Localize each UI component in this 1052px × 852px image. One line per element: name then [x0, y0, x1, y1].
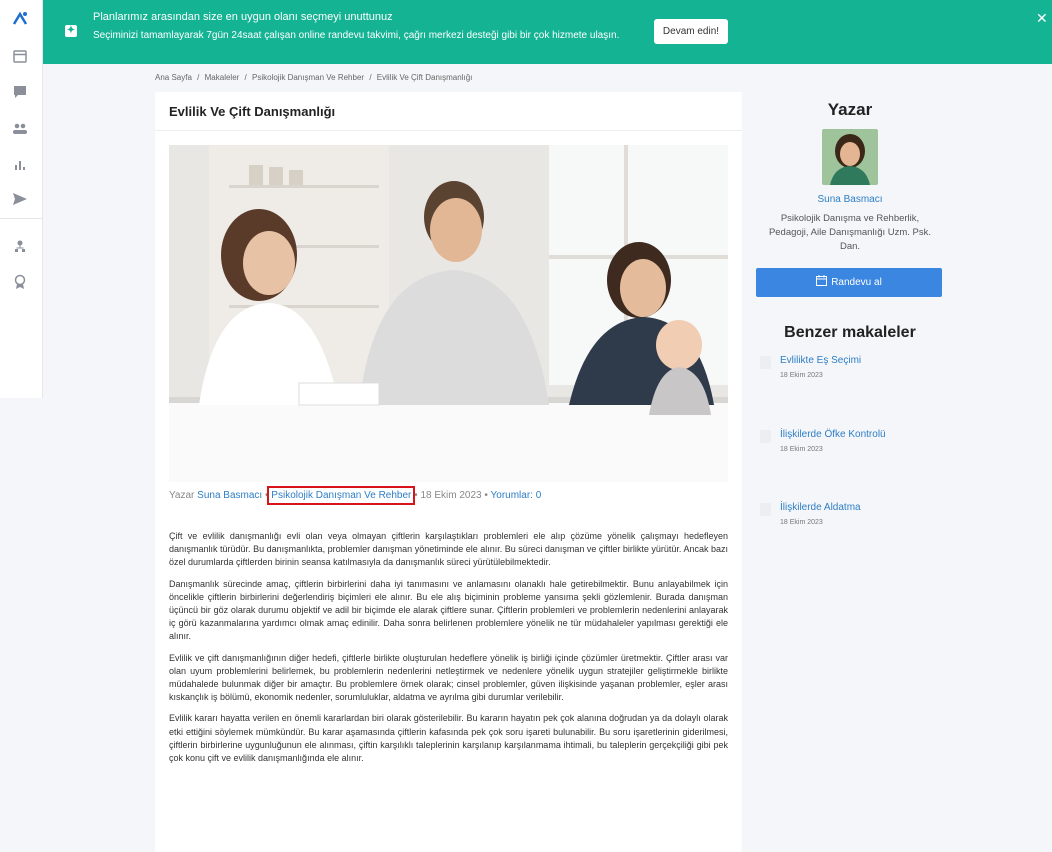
banner-subtitle: Seçiminizi tamamlayarak 7gün 24saat çalı… [93, 30, 620, 41]
left-sidebar [0, 0, 43, 398]
article-paragraph: Çift ve evlilik danışmanlığı evli olan v… [169, 531, 728, 568]
similar-article-title[interactable]: İlişkilerde Öfke Kontrolü [780, 429, 886, 440]
breadcrumb-separator: / [244, 73, 247, 82]
family-photo-illustration [169, 145, 728, 482]
continue-button[interactable]: Devam edin! [654, 19, 728, 44]
article-title: Evlilik Ve Çift Danışmanlığı [169, 104, 336, 119]
banner-title: Planlarımız arasından size en uygun olan… [93, 11, 393, 23]
stats-icon[interactable] [11, 155, 29, 173]
author-name[interactable]: Suna Basmacı [755, 194, 945, 205]
appointment-button[interactable]: Randevu al [756, 268, 942, 297]
similar-article-date: 18 Ekim 2023 [780, 446, 823, 453]
meta-separator: • [484, 490, 488, 501]
category-link[interactable]: Psikolojik Danışman Ve Rehber [267, 486, 416, 505]
close-icon[interactable]: ✕ [1036, 10, 1048, 27]
breadcrumb: Ana Sayfa / Makaleler / Psikolojik Danış… [155, 73, 475, 82]
plan-reminder-banner: ✦ Planlarımız arasından size en uygun ol… [0, 0, 1052, 64]
article-paragraph: Evlilik kararı hayatta verilen en önemli… [169, 713, 728, 764]
breadcrumb-home[interactable]: Ana Sayfa [155, 73, 192, 82]
calendar-icon [816, 275, 828, 286]
breadcrumb-separator: / [197, 73, 200, 82]
breadcrumb-articles[interactable]: Makaleler [205, 73, 240, 82]
author-link[interactable]: Suna Basmacı [197, 490, 262, 501]
author-avatar[interactable] [822, 129, 878, 185]
article-paragraph: Evlilik ve çift danışmanlığının diğer he… [169, 652, 728, 703]
article-body: Çift ve evlilik danışmanlığı evli olan v… [169, 530, 728, 773]
document-icon [760, 430, 771, 443]
similar-article-date: 18 Ekim 2023 [780, 519, 823, 526]
article-photo [169, 145, 728, 482]
publish-date: 18 Ekim 2023 [420, 490, 482, 501]
similar-article-date: 18 Ekim 2023 [780, 372, 823, 379]
meta-prefix: Yazar [169, 490, 195, 501]
author-description: Psikolojik Danışma ve Rehberlik, Pedagoj… [768, 213, 932, 252]
breadcrumb-current: Evlilik Ve Çift Danışmanlığı [376, 73, 473, 82]
similar-articles-heading: Benzer makaleler [784, 324, 916, 341]
badge-icon[interactable] [11, 273, 29, 291]
article-paragraph: Danışmanlık sürecinde amaç, çiftlerin bi… [169, 578, 728, 642]
star-icon: ✦ [65, 25, 77, 37]
org-icon[interactable] [11, 238, 29, 256]
document-icon [760, 503, 771, 516]
breadcrumb-category[interactable]: Psikolojik Danışman Ve Rehber [252, 73, 364, 82]
chat-icon[interactable] [11, 83, 29, 101]
sidebar-divider [0, 218, 42, 219]
calendar-icon[interactable] [11, 47, 29, 65]
author-heading: Yazar [827, 100, 873, 119]
breadcrumb-separator: / [369, 73, 372, 82]
meta-separator: • [265, 490, 269, 501]
article-meta: Yazar Suna Basmacı • Psikolojik Danışman… [169, 486, 542, 505]
meta-separator: • [414, 490, 418, 501]
appointment-label: Randevu al [831, 277, 882, 288]
send-icon[interactable] [11, 190, 29, 208]
document-icon [760, 356, 771, 369]
similar-article-title[interactable]: Evlilikte Eş Seçimi [780, 355, 861, 366]
article-card: Evlilik Ve Çift Danışmanlığı Yazar Suna … [155, 92, 742, 852]
avatar-photo [822, 129, 878, 185]
similar-article-title[interactable]: İlişkilerde Aldatma [780, 502, 861, 513]
users-icon[interactable] [11, 119, 29, 137]
comments-link[interactable]: Yorumlar: 0 [491, 490, 542, 501]
title-divider [155, 130, 742, 131]
logo-icon[interactable] [11, 10, 29, 28]
